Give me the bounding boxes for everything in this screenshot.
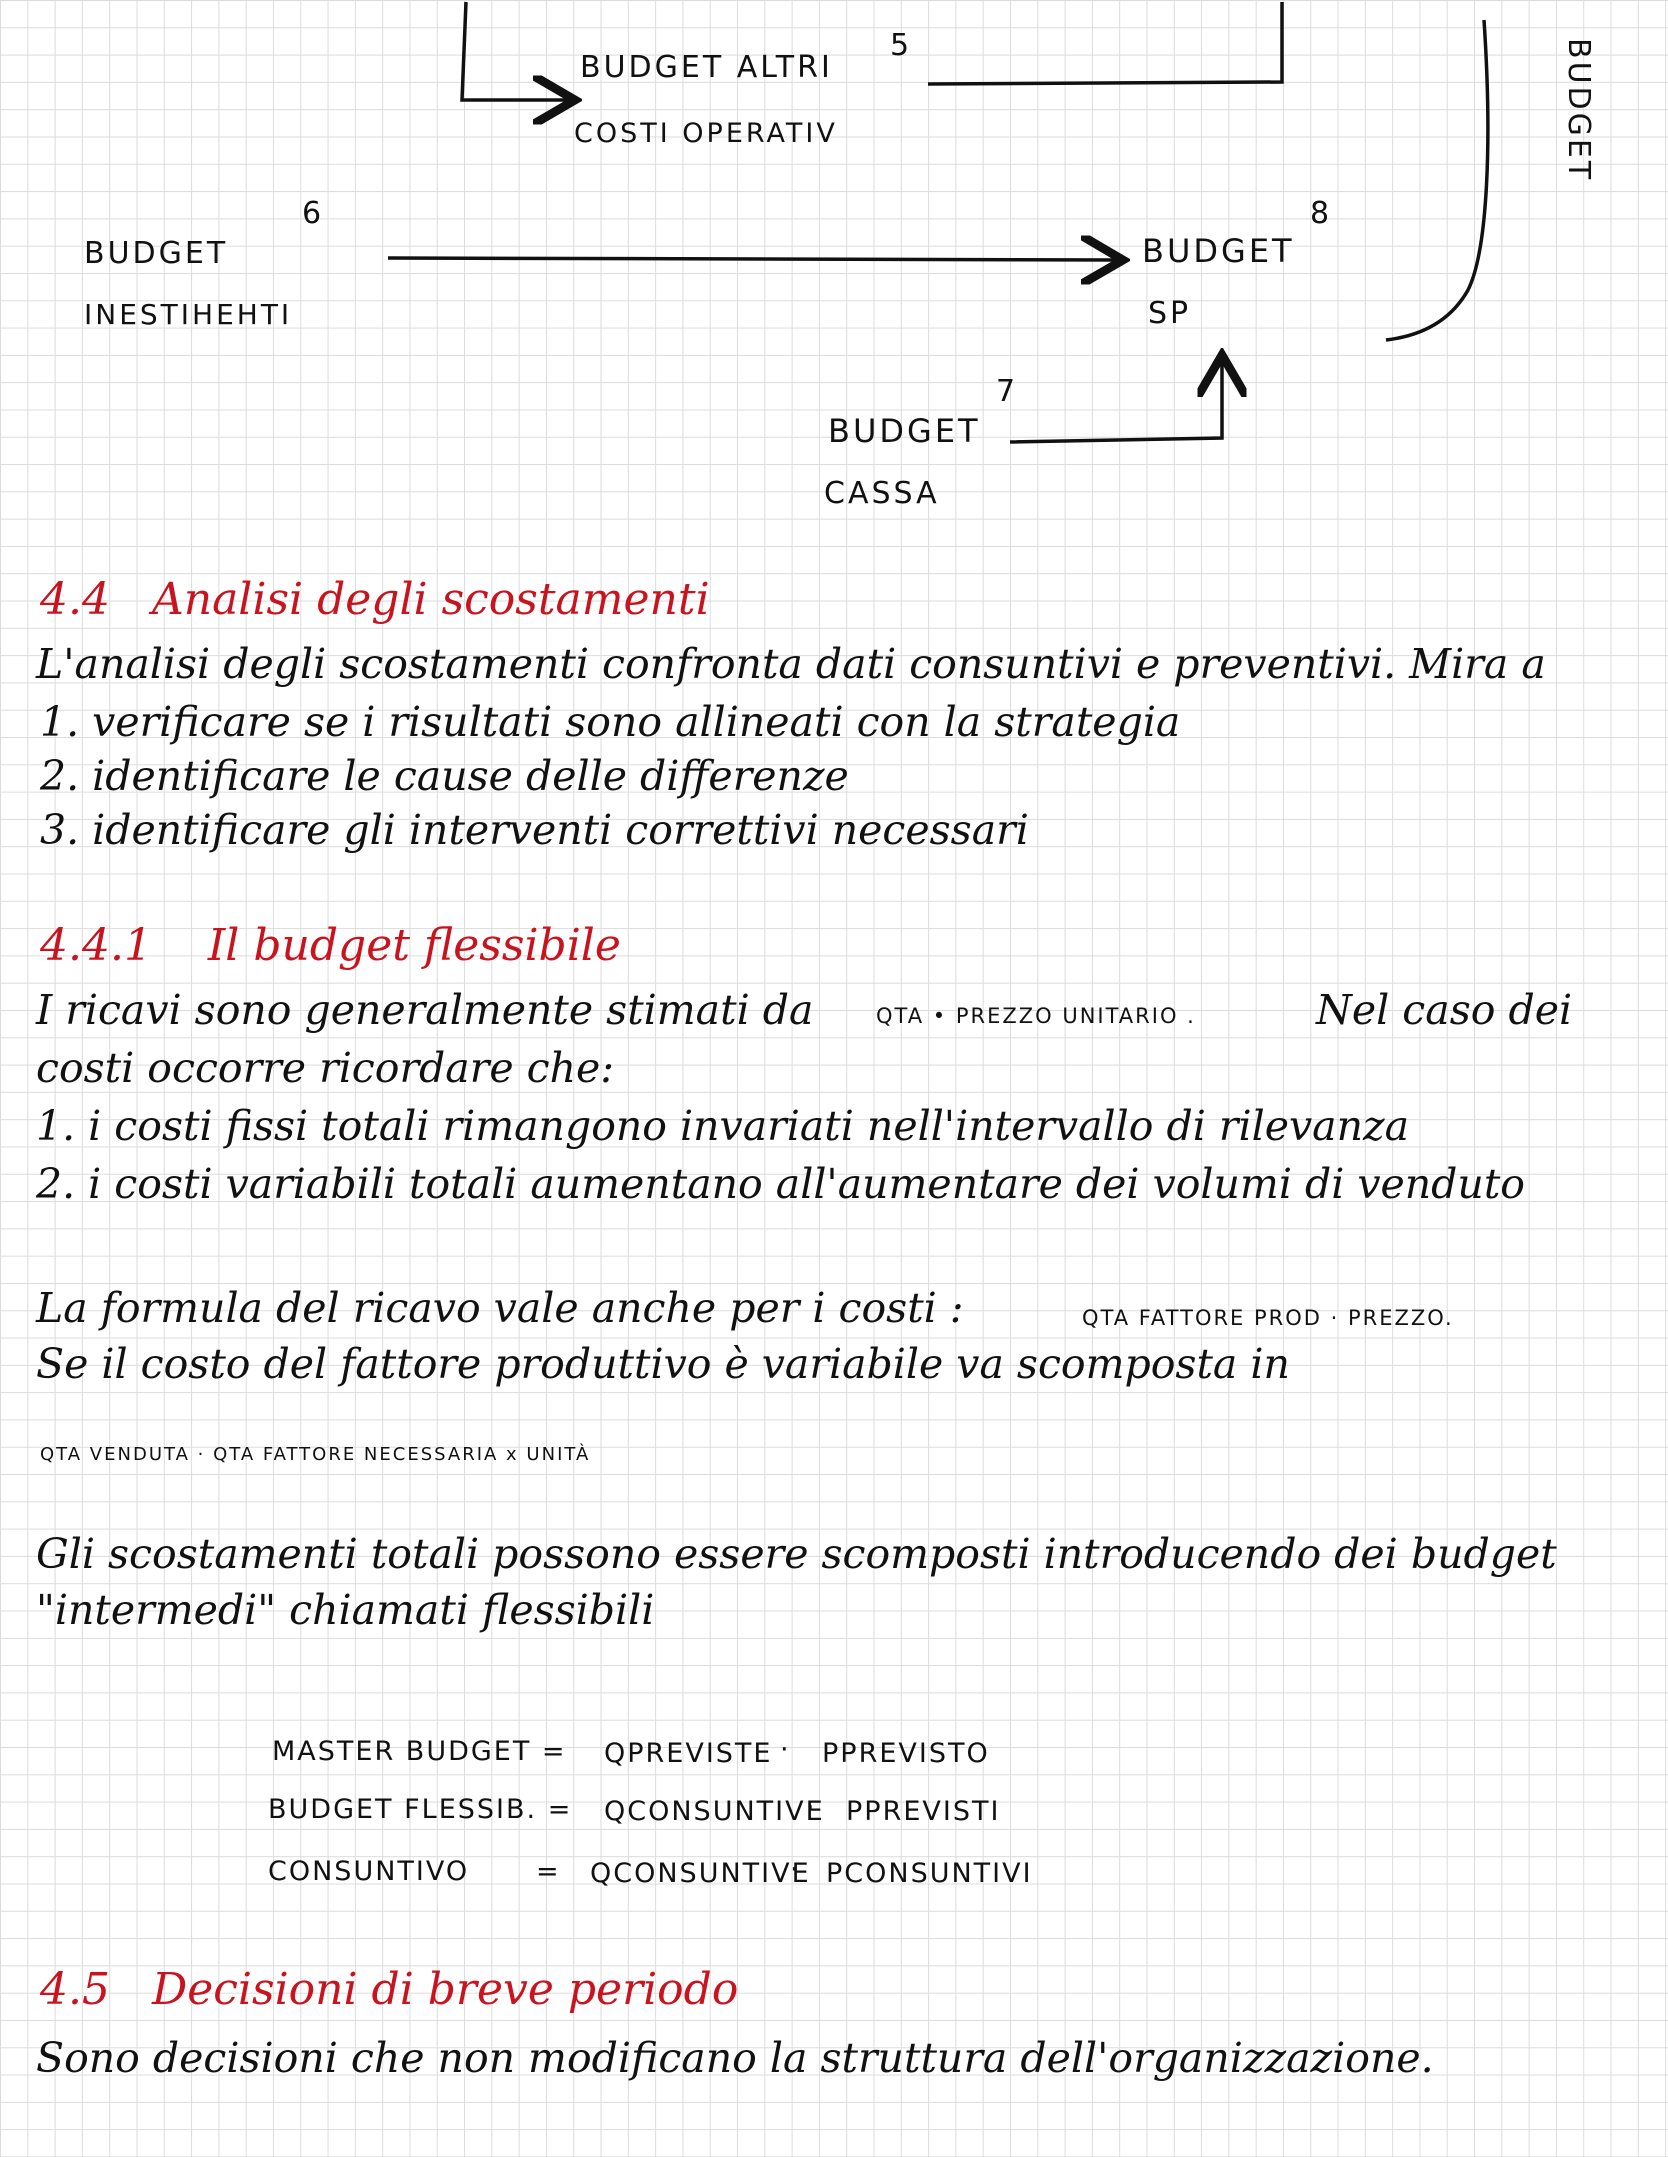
analisi-item-2: 2. identificare le cause delle differenz… xyxy=(40,752,849,800)
formula-master-dot: · xyxy=(780,1734,791,1765)
formula-ricavo-line: La formula del ricavo vale anche per i c… xyxy=(36,1284,964,1332)
formula-consuntivo-q: QCONSUNTIVE xyxy=(590,1858,811,1889)
budget-cassa-subtitle: CASSA xyxy=(824,476,940,511)
budget-altri-title: BUDGET ALTRI xyxy=(580,50,833,85)
arrow-inv-to-sp xyxy=(387,258,1116,260)
scomposizione-formula: QTA VENDUTA · QTA FATTORE NECESSARIA x U… xyxy=(40,1444,591,1465)
formula-master-p: PPREVISTO xyxy=(822,1738,990,1769)
line-altri-right xyxy=(927,2,1284,86)
analisi-intro: L'analisi degli scostamenti confronta da… xyxy=(36,640,1546,688)
fattore-variabile-line: Se il costo del fattore produttivo è var… xyxy=(36,1340,1290,1388)
section-4-4-1-heading: 4.4.1 Il budget flessibile xyxy=(40,920,621,971)
section-4-5-heading: 4.5 Decisioni di breve periodo xyxy=(40,1964,738,2015)
scostamenti-line-1: Gli scostamenti totali possono essere sc… xyxy=(36,1530,1557,1578)
analisi-item-3: 3. identificare gli interventi correttiv… xyxy=(40,806,1029,854)
formula-consuntivo-p: PCONSUNTIVI xyxy=(826,1858,1033,1889)
section-number: 4.4 xyxy=(40,574,110,625)
formula-consuntivo-label: CONSUNTIVO xyxy=(268,1856,470,1887)
section-number: 4.5 xyxy=(40,1964,110,2015)
formula-flessibile-p: PPREVISTI xyxy=(846,1796,1001,1827)
formula-consuntivo-eq: = xyxy=(536,1856,561,1887)
budget-investimenti-title: BUDGET xyxy=(84,236,229,271)
section-number: 4.4.1 xyxy=(40,920,152,971)
budget-bracket xyxy=(1385,19,1490,342)
budget-sp-subtitle: SP xyxy=(1148,296,1192,331)
budget-investimenti-number: 6 xyxy=(302,196,322,231)
arrow-cassa-to-sp xyxy=(1009,362,1222,444)
analisi-item-1: 1. verificare se i risultati sono alline… xyxy=(40,698,1181,746)
budget-altri-subtitle: COSTI OPERATIV xyxy=(574,118,838,149)
formula-costi: QTA FATTORE PROD · PREZZO. xyxy=(1082,1306,1454,1330)
budget-cassa-number: 7 xyxy=(996,374,1016,409)
formula-flessibile-label: BUDGET FLESSIB. = xyxy=(268,1794,573,1825)
budget-sp-title: BUDGET xyxy=(1142,232,1295,270)
costi-item-2: 2. i costi variabili totali aumentano al… xyxy=(36,1160,1525,1208)
budget-altri-number: 5 xyxy=(890,28,910,63)
budget-cassa-title: BUDGET xyxy=(828,412,981,450)
decisioni-breve-line: Sono decisioni che non modificano la str… xyxy=(36,2034,1434,2082)
formula-consuntivo-dot: · xyxy=(790,1854,801,1885)
budget-investimenti-subtitle: INESTIHEHTI xyxy=(84,298,293,331)
arrow-to-altri xyxy=(460,1,568,100)
formula-flessibile-q: QCONSUNTIVE xyxy=(604,1796,825,1827)
section-title: Analisi degli scostamenti xyxy=(151,574,710,625)
costi-item-1: 1. i costi fissi totali rimangono invari… xyxy=(36,1102,1410,1150)
section-title: Decisioni di breve periodo xyxy=(151,1964,739,2015)
costi-intro: costi occorre ricordare che: xyxy=(36,1044,615,1092)
budget-side-label: BUDGET xyxy=(1561,38,1596,183)
section-title: Il budget flessibile xyxy=(207,920,621,971)
ricavi-line-end: Nel caso dei xyxy=(1316,986,1573,1034)
formula-master-q: QPREVISTE xyxy=(604,1738,773,1769)
ricavi-formula: QTA • PREZZO UNITARIO . xyxy=(876,1004,1196,1028)
scostamenti-line-2: "intermedi" chiamati flessibili xyxy=(36,1586,655,1634)
formula-master-label: MASTER BUDGET = xyxy=(272,1736,567,1767)
section-4-4-heading: 4.4 Analisi degli scostamenti xyxy=(40,574,710,625)
ricavi-line-start: I ricavi sono generalmente stimati da xyxy=(36,986,814,1034)
budget-sp-number: 8 xyxy=(1310,196,1330,231)
formula-flessibile-dot: · xyxy=(806,1792,817,1823)
